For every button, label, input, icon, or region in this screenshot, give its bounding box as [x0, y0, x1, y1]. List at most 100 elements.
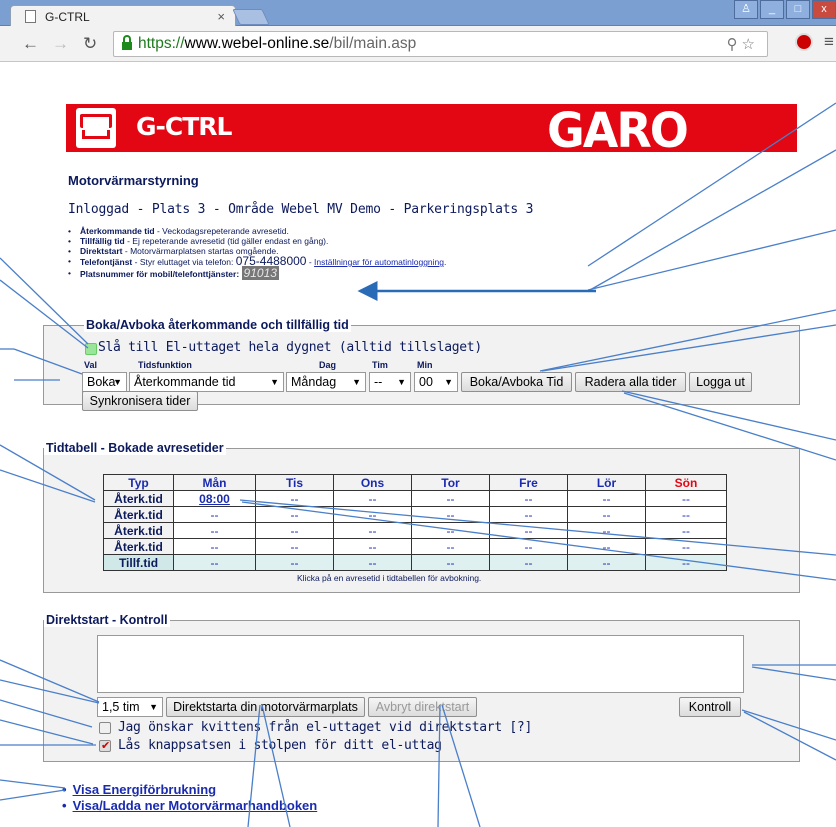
- direktstart-legend: Direktstart - Kontroll: [44, 613, 170, 627]
- radera-alla-button[interactable]: Radera alla tider: [575, 372, 686, 392]
- las-knappsats-label: Lås knappsatsen i stolpen för ditt el-ut…: [118, 738, 442, 753]
- col-header: Tis: [255, 474, 334, 491]
- link-item: • Visa Energiförbrukning: [62, 782, 217, 797]
- kontroll-button[interactable]: Kontroll: [679, 697, 741, 717]
- time-cell: --: [411, 506, 490, 523]
- val-label: Val: [84, 360, 98, 370]
- time-cell: --: [173, 522, 256, 539]
- new-tab-button[interactable]: [232, 9, 270, 25]
- platsnummer-value: 91013: [241, 266, 279, 280]
- back-arrow-icon[interactable]: ←: [22, 34, 39, 54]
- las-knappsats-checkbox[interactable]: [99, 739, 111, 752]
- booked-time-link[interactable]: 08:00: [199, 492, 230, 506]
- logout-button[interactable]: Logga ut: [689, 372, 752, 392]
- time-cell[interactable]: 08:00: [173, 490, 256, 507]
- time-cell: --: [489, 490, 568, 507]
- address-bar[interactable]: https://www.webel-online.se/bil/main.asp…: [113, 31, 768, 57]
- info-list: Återkommande tid - Veckodagsrepeterande …: [66, 226, 446, 281]
- tim-select[interactable]: -- ▼: [369, 372, 411, 392]
- dag-select[interactable]: Måndag ▼: [286, 372, 366, 392]
- col-header: Tor: [411, 474, 490, 491]
- lock-icon: [122, 35, 132, 50]
- schedule-note: Klicka på en avresetid i tidtabellen för…: [297, 573, 482, 583]
- min-select[interactable]: 00 ▼: [414, 372, 458, 392]
- bottom-links: • Visa Energiförbrukning • Visa/Ladda ner …: [62, 782, 317, 814]
- col-header: Sön: [645, 474, 727, 491]
- sync-button[interactable]: Synkronisera tider: [82, 391, 198, 411]
- tab-title: G-CTRL: [45, 10, 90, 24]
- time-cell: --: [411, 538, 490, 555]
- col-header: Ons: [333, 474, 412, 491]
- time-cell: --: [567, 490, 646, 507]
- time-cell: --: [173, 506, 256, 523]
- time-cell: --: [333, 554, 412, 571]
- kvittens-checkbox[interactable]: [99, 722, 111, 734]
- browser-toolbar: ← → ↻ https://www.webel-online.se/bil/ma…: [0, 26, 836, 62]
- table-row: Återk.tid -- -- -- -- -- -- --: [103, 538, 727, 555]
- info-item: Tillfällig tid - Ej repeterande avreseti…: [66, 236, 446, 246]
- col-header: Lör: [567, 474, 646, 491]
- user-icon[interactable]: ♙: [734, 0, 758, 19]
- allday-checkbox[interactable]: [85, 343, 97, 355]
- time-cell: --: [173, 554, 256, 571]
- gctrl-logo: G-CTRL: [136, 112, 232, 141]
- row-type: Tillf.tid: [103, 554, 174, 571]
- dag-label: Dag: [319, 360, 337, 370]
- time-cell: --: [255, 522, 334, 539]
- time-cell: --: [411, 522, 490, 539]
- row-type: Återk.tid: [103, 522, 174, 539]
- time-cell: --: [255, 554, 334, 571]
- garage-logo-icon: [76, 108, 116, 148]
- handbook-link[interactable]: Visa/Ladda ner Motorvärmarhandboken: [73, 798, 318, 813]
- status-textarea[interactable]: [97, 635, 744, 693]
- table-header-row: Typ Mån Tis Ons Tor Fre Lör Sön: [103, 474, 727, 491]
- tidsfunktion-select[interactable]: Återkommande tid ▼: [129, 372, 284, 392]
- maximize-button[interactable]: □: [786, 0, 810, 19]
- adblock-icon[interactable]: [795, 33, 813, 51]
- minimize-button[interactable]: _: [760, 0, 784, 19]
- time-cell: --: [333, 506, 412, 523]
- time-cell: --: [645, 554, 727, 571]
- table-row: Återk.tid -- -- -- -- -- -- --: [103, 506, 727, 523]
- page-icon: [25, 10, 36, 23]
- time-cell: --: [333, 490, 412, 507]
- menu-icon[interactable]: ≡: [824, 32, 834, 52]
- close-window-button[interactable]: x: [812, 0, 836, 19]
- reload-icon[interactable]: ↻: [83, 34, 97, 54]
- time-cell: --: [489, 522, 568, 539]
- forward-arrow-icon[interactable]: →: [52, 34, 69, 54]
- kvittens-label: Jag önskar kvittens från el-uttaget vid …: [118, 720, 532, 735]
- energy-usage-link[interactable]: Visa Energiförbrukning: [73, 782, 217, 797]
- tab-close-icon[interactable]: ×: [217, 9, 225, 24]
- garo-logo: GARO: [547, 101, 689, 159]
- allday-label: Slå till El-uttaget hela dygnet (alltid …: [98, 340, 482, 355]
- time-cell: --: [411, 490, 490, 507]
- time-cell: --: [411, 554, 490, 571]
- row-type: Återk.tid: [103, 506, 174, 523]
- col-header: Mån: [173, 474, 256, 491]
- val-select[interactable]: Boka ▼: [82, 372, 127, 392]
- direktstart-button[interactable]: Direktstarta din motorvärmarplats: [166, 697, 365, 717]
- time-cell: --: [567, 522, 646, 539]
- time-cell: --: [645, 506, 727, 523]
- time-cell: --: [255, 538, 334, 555]
- time-cell: --: [645, 538, 727, 555]
- time-cell: --: [255, 506, 334, 523]
- info-item: Telefontjänst - Styr eluttaget via telef…: [66, 255, 446, 267]
- time-cell: --: [173, 538, 256, 555]
- time-cell: --: [255, 490, 334, 507]
- browser-tab[interactable]: G-CTRL ×: [10, 5, 236, 27]
- schedule-table: Typ Mån Tis Ons Tor Fre Lör Sön Återk.ti…: [103, 474, 727, 571]
- link-item: • Visa/Ladda ner Motorvärmarhandboken: [62, 798, 318, 813]
- time-cell: --: [333, 522, 412, 539]
- zoom-and-star-icons[interactable]: ⚲☆: [727, 35, 759, 53]
- boka-avboka-button[interactable]: Boka/Avboka Tid: [461, 372, 572, 392]
- col-header: Typ: [103, 474, 174, 491]
- duration-select[interactable]: 1,5 tim ▼: [97, 697, 163, 717]
- time-cell: --: [645, 522, 727, 539]
- avbryt-direktstart-button[interactable]: Avbryt direktstart: [368, 697, 477, 717]
- tidsfunktion-label: Tidsfunktion: [138, 360, 192, 370]
- time-cell: --: [489, 554, 568, 571]
- table-row: Återk.tid -- -- -- -- -- -- --: [103, 522, 727, 539]
- row-type: Återk.tid: [103, 490, 174, 507]
